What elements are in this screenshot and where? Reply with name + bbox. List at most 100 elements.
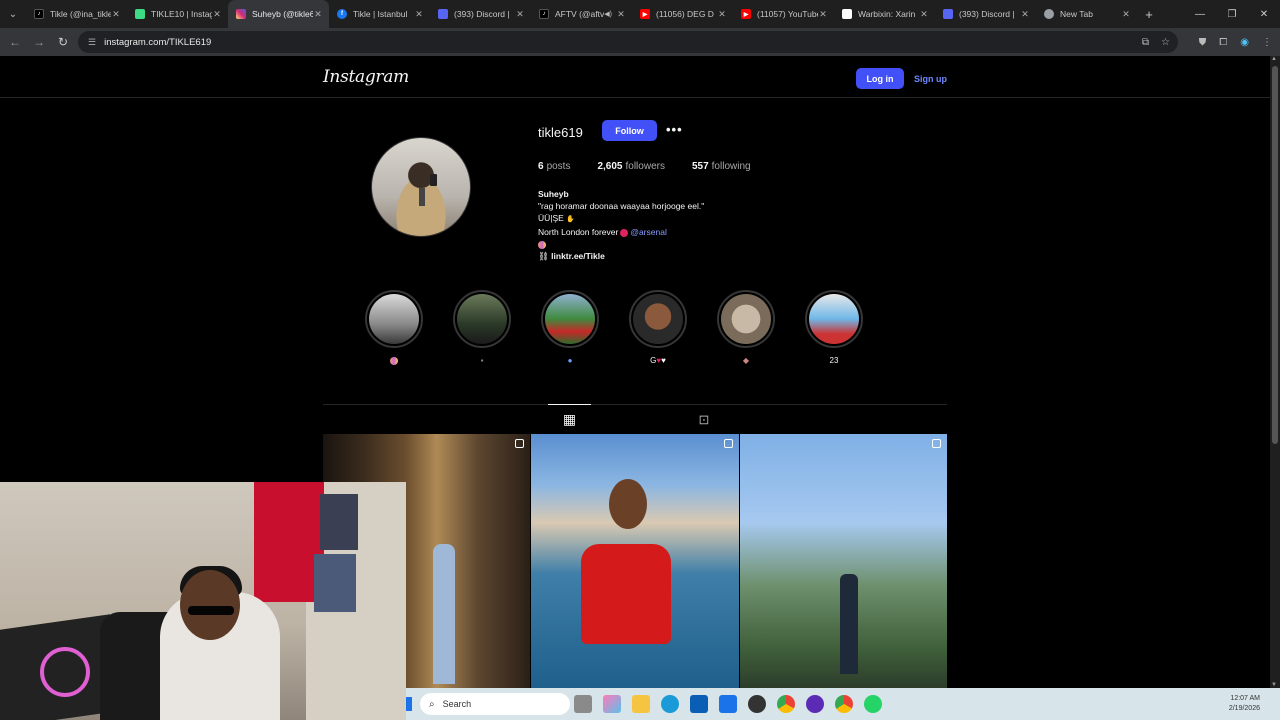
close-icon[interactable]: ✕ [515,9,525,20]
install-app-icon[interactable]: ⧉ [1142,37,1149,48]
tab-title: Suheyb (@tikle619) [252,9,313,19]
close-icon[interactable]: ✕ [919,9,929,20]
extensions-icon[interactable]: ⧠ [1219,37,1227,48]
tiktok-icon: ♪ [34,9,44,19]
page-scrollbar[interactable]: ▲ ▼ [1270,56,1280,688]
back-icon[interactable]: ← [3,28,27,56]
browser-tab-active[interactable]: Suheyb (@tikle619) ✕ [228,0,329,28]
close-icon[interactable]: ✕ [818,9,828,20]
menu-kebab-icon[interactable]: ⋮ [1262,37,1272,48]
more-options-icon[interactable]: ••• [666,122,683,137]
avatar-phone [430,174,437,186]
followers-label: followers [625,161,665,172]
login-button[interactable]: Log in [856,68,904,89]
profile-avatar-icon[interactable]: ◉ [1240,37,1249,48]
following-stat[interactable]: 557 following [692,161,751,172]
scrollbar-thumb[interactable] [1272,66,1278,444]
speaker-icon[interactable]: ◀) [604,10,612,18]
browser-tab[interactable]: (393) Discord | ✕ [935,0,1036,28]
chrome-icon [1044,9,1054,19]
browser-tab[interactable]: New Tab ✕ [1036,0,1137,28]
whatsapp-icon[interactable] [864,695,882,713]
edge-icon[interactable] [661,695,679,713]
browser-tab[interactable]: ♪ AFTV (@aftv) ◀) ✕ [531,0,632,28]
windows-start-icon[interactable] [406,697,412,711]
highlight-item[interactable]: ◆ [702,290,790,366]
chrome-icon[interactable] [777,695,795,713]
address-bar[interactable]: ☰ instagram.com/TIKLE619 ⧉ ☆ [78,31,1178,53]
restore-icon[interactable]: ❐ [1216,0,1248,28]
outlook-icon[interactable] [719,695,737,713]
window-controls: — ❐ ✕ [1184,0,1280,28]
signup-link[interactable]: Sign up [914,68,947,89]
followers-stat[interactable]: 2,605 followers [597,161,665,172]
webcam-overlay [0,482,406,720]
store-icon[interactable] [690,695,708,713]
tab-search-icon[interactable]: ⌄ [0,0,26,28]
system-clock[interactable]: 12:07 AM 2/19/2026 [1229,694,1260,714]
avatar-detail [419,188,425,206]
highlight-ring [365,290,423,348]
chrome-icon[interactable] [835,695,853,713]
highlight-item[interactable] [350,290,438,366]
close-icon[interactable]: ✕ [1121,9,1131,20]
instagram-logo[interactable]: Instagram [323,67,409,87]
browser-tab[interactable]: ▶ (11056) DEG D ✕ [632,0,733,28]
profile-avatar[interactable] [371,137,471,237]
cat-emoji-icon: ◆ [742,356,750,365]
browser-tab[interactable]: (393) Discord | ✕ [430,0,531,28]
posts-label: posts [546,161,571,172]
close-icon[interactable]: ✕ [1020,9,1030,20]
bio-location: North London forever @arsenal [538,226,704,238]
extension-icons: ⛊ ⧠ ◉ ⋮ [1199,28,1272,56]
windows-taskbar: ⌕ Search 12:07 AM 2/19/2026 [406,688,1280,720]
highlight-item[interactable]: 23 [790,290,878,366]
tagged-tab[interactable]: ⊡ [689,405,719,435]
highlight-item[interactable]: ▪ [438,290,526,366]
file-explorer-icon[interactable] [632,695,650,713]
app-icon[interactable] [748,695,766,713]
new-tab-button[interactable]: + [1137,7,1161,22]
browser-tab[interactable]: Warbixin: Xarin ✕ [834,0,935,28]
browser-tab[interactable]: TIKLE10 | Instagram ✕ [127,0,228,28]
taskbar-search[interactable]: ⌕ Search [420,693,570,715]
shield-icon[interactable]: ⛊ [1199,37,1207,48]
obs-icon[interactable] [806,695,824,713]
white-heart-emoji-icon: ♥ [661,356,666,365]
close-icon[interactable]: ✕ [111,9,121,20]
posts-grid-tab[interactable]: ▦ [548,404,591,434]
close-icon[interactable]: ✕ [313,9,323,20]
task-view-icon[interactable] [574,695,592,713]
post-thumbnail[interactable] [739,434,947,688]
close-icon[interactable]: ✕ [717,9,727,20]
scroll-up-icon[interactable]: ▲ [1271,56,1277,62]
bookmark-star-icon[interactable]: ☆ [1161,37,1170,48]
close-window-icon[interactable]: ✕ [1248,0,1280,28]
bio-link-row[interactable]: ⛓ linktr.ee/Tikle [538,250,704,262]
post-thumbnail[interactable] [531,434,739,688]
follow-button[interactable]: Follow [602,120,657,141]
highlight-item[interactable]: G♥♥ [614,290,702,366]
highlight-item[interactable]: ● [526,290,614,366]
close-icon[interactable]: ✕ [414,9,424,20]
tagged-icon: ⊡ [698,412,710,427]
reload-icon[interactable]: ↻ [51,28,75,56]
minimize-icon[interactable]: — [1184,0,1216,28]
copilot-icon[interactable] [603,695,621,713]
highlight-ring [717,290,775,348]
profile-username: tikle619 [538,125,583,140]
bio-link[interactable]: linktr.ee/Tikle [551,251,605,261]
tab-title: (393) Discord | [454,9,510,19]
browser-tab[interactable]: ♪ Tikle (@ina_tikle) ✕ [26,0,127,28]
close-icon[interactable]: ✕ [616,9,626,20]
forward-icon[interactable]: → [27,28,51,56]
browser-tab[interactable]: f Tikle | Istanbul ✕ [329,0,430,28]
browser-tab[interactable]: ▶ (11057) YouTube ✕ [733,0,834,28]
close-icon[interactable]: ✕ [212,9,222,20]
arsenal-mention-link[interactable]: @arsenal [630,227,667,237]
search-placeholder: Search [442,699,472,709]
highlight-ring [805,290,863,348]
highlight-thumbnail [457,294,507,344]
site-info-icon[interactable]: ☰ [88,37,96,48]
tab-title: (11056) DEG D [656,9,714,19]
